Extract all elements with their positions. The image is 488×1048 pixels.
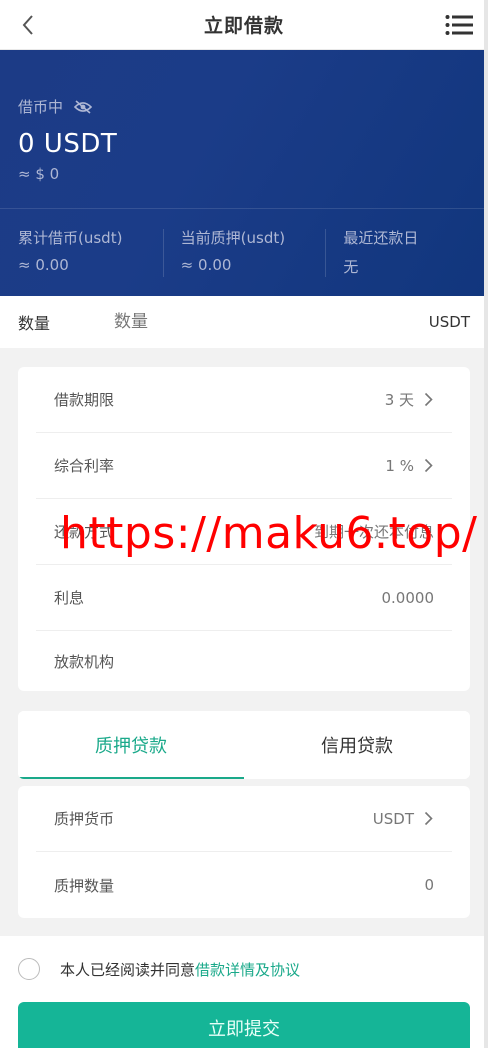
chevron-left-icon (22, 14, 33, 35)
menu-button[interactable] (444, 11, 474, 39)
tab-credit-loan[interactable]: 信用贷款 (244, 711, 470, 779)
row-label: 还款方式 (54, 523, 115, 541)
balance-label: 借币中 (18, 98, 64, 116)
row-label: 综合利率 (54, 457, 115, 475)
row-value: 到期一次还本付息 (313, 523, 434, 541)
page-title: 立即借款 (203, 15, 284, 37)
borrow-summary: 借币中 0 USDT ≈ $ 0 累计借币(usdt) ≈ 0.00 当前质押(… (0, 50, 488, 296)
chevron-right-icon (422, 811, 434, 827)
loan-type-tabs: 质押贷款 信用贷款 (18, 711, 470, 779)
stat-current-collateral: 当前质押(usdt) ≈ 0.00 (162, 227, 326, 297)
agreement-text: 本人已经阅读并同意 (60, 960, 196, 979)
submit-button[interactable]: 立即提交 (18, 1002, 470, 1048)
interest-rate-row[interactable]: 综合利率 1 % (36, 433, 452, 499)
agreement-row: 本人已经阅读并同意 借款详情及协议 (0, 936, 488, 1002)
row-value: USDT (372, 809, 414, 828)
row-value-wrap: 1 % (385, 457, 434, 475)
quantity-unit: USDT (428, 313, 470, 331)
stat-value: ≈ 0.00 (180, 256, 232, 274)
hero-stats: 累计借币(usdt) ≈ 0.00 当前质押(usdt) ≈ 0.00 最近还款… (0, 209, 488, 297)
top-nav: 立即借款 (0, 0, 488, 50)
lender-row: 放款机构 (36, 631, 452, 691)
stat-next-repayment: 最近还款日 无 (325, 227, 488, 297)
collateral-amount-row: 质押数量 0 (36, 852, 452, 918)
stat-value: 无 (343, 258, 359, 276)
stat-title: 最近还款日 (343, 229, 419, 247)
chevron-right-icon (422, 392, 434, 408)
stat-title: 当前质押(usdt) (180, 229, 286, 247)
quantity-label: 数量 (18, 314, 51, 333)
row-value: 1 % (385, 456, 414, 475)
row-value: 3 天 (384, 391, 414, 409)
quantity-input[interactable] (114, 312, 429, 332)
row-label: 质押数量 (54, 876, 115, 895)
loan-details-card: 借款期限 3 天 综合利率 1 % 还款方式 到期一次还本付息 利息 0.000… (18, 367, 470, 691)
row-label: 利息 (54, 589, 85, 607)
menu-icon (445, 14, 473, 35)
scroll-edge (484, 0, 488, 1048)
row-value: 0.0000 (381, 588, 435, 607)
borrowing-balance: 借币中 0 USDT ≈ $ 0 (0, 50, 488, 208)
tab-collateral-loan[interactable]: 质押贷款 (18, 711, 244, 779)
loan-term-row[interactable]: 借款期限 3 天 (36, 367, 452, 433)
row-value: 0 (424, 876, 434, 894)
submit-area: 立即提交 (0, 1002, 488, 1048)
loan-page: 立即借款 借币中 0 USDT ≈ $ 0 累计借币(usdt) ≈ 0.00 … (0, 0, 488, 1048)
collateral-currency-row[interactable]: 质押货币 USDT (36, 786, 452, 852)
agreement-checkbox[interactable] (18, 958, 40, 980)
eye-off-icon[interactable] (73, 97, 93, 117)
back-button[interactable] (14, 11, 42, 39)
stat-value: ≈ 0.00 (18, 256, 69, 274)
balance-label-row: 借币中 (18, 96, 470, 117)
interest-row: 利息 0.0000 (36, 565, 452, 631)
collateral-card: 质押货币 USDT 质押数量 0 (18, 786, 470, 918)
row-label: 质押货币 (54, 810, 115, 828)
chevron-right-icon (422, 458, 434, 474)
quantity-row: 数量 USDT (0, 296, 488, 348)
balance-approx: ≈ $ 0 (18, 165, 60, 183)
stat-title: 累计借币(usdt) (18, 229, 123, 247)
repayment-method-row: 还款方式 到期一次还本付息 (36, 499, 452, 565)
balance-amount: 0 USDT (18, 129, 118, 159)
row-value-wrap: 3 天 (385, 389, 434, 410)
row-value-wrap: USDT (373, 810, 434, 828)
stat-total-borrowed: 累计借币(usdt) ≈ 0.00 (0, 227, 163, 297)
agreement-link[interactable]: 借款详情及协议 (195, 959, 300, 980)
row-label: 借款期限 (54, 391, 115, 409)
row-label: 放款机构 (54, 652, 115, 671)
